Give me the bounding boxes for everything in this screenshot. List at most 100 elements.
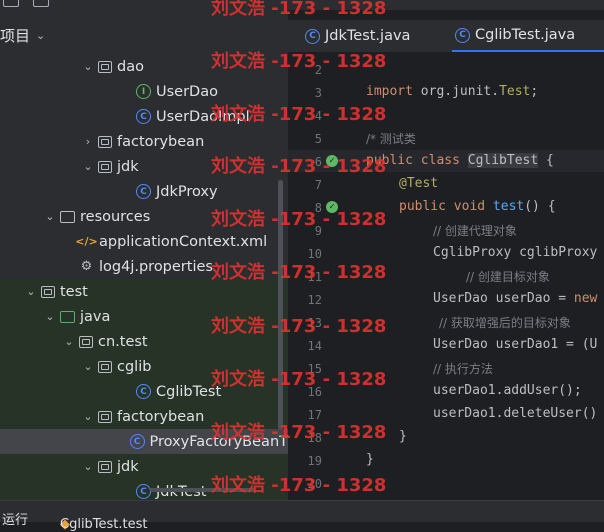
properties-file-icon: ⚙ [80,259,93,274]
tree-item-label: UserDaoImpl [156,108,250,125]
chevron-down-icon[interactable]: ⌄ [81,410,95,423]
code-line: CglibProxy cglibProxy [433,245,598,260]
test-source-folder-icon [60,310,75,323]
folder-icon [98,135,112,148]
xml-file-icon: </> [75,235,98,248]
chevron-down-icon[interactable]: ⌄ [81,160,95,173]
chevron-down-icon[interactable]: ⌄ [43,310,57,323]
tab-label: JdkTest.java [325,28,411,44]
class-icon: C [136,184,151,199]
tree-item[interactable]: ⌄ factorybean [0,404,288,429]
folder-icon [98,160,112,173]
chevron-down-icon[interactable]: ⌄ [81,60,95,73]
tree-item[interactable]: ⌄ jdk [0,454,288,479]
tree-item-label: cn.test [98,333,148,350]
line-number: 15 [307,362,322,376]
tree-item[interactable]: I UserDao [0,79,288,104]
run-test-icon[interactable]: ✓ [326,201,338,213]
tree-item[interactable]: C UserDaoImpl [0,104,288,129]
line-number: 11 [307,270,322,284]
line-number: 4 [314,109,322,123]
class-icon: C [129,434,145,449]
interface-icon: I [136,84,151,99]
chevron-down-icon[interactable]: ⌄ [81,360,95,373]
tree-item-label: factorybean [117,133,205,150]
tree-item[interactable]: ⌄ cn.test [0,329,288,354]
folder-icon [98,60,112,73]
tree-item[interactable]: C CglibTest [0,379,288,404]
package-icon [98,460,112,473]
tree-item[interactable]: ⌄ cglib [0,354,288,379]
tree-item[interactable]: ⌄ resources [0,204,288,229]
package-icon [98,410,112,423]
tree-item[interactable]: C ProxyFactoryBeanT [0,429,288,454]
code-line: @Test [399,176,439,191]
tree-item-label: factorybean [117,408,205,425]
line-number: 18 [307,431,322,445]
code-line: public void test() { [399,199,556,214]
code-line: UserDao userDao1 = (U [433,337,598,352]
tree-item[interactable]: </> applicationContext.xml [0,229,288,254]
chevron-right-icon[interactable]: › [81,135,95,148]
tree-item-label: UserDao [156,83,218,100]
line-number: 16 [307,385,322,399]
code-comment: // 执行方法 [433,362,493,376]
window-icon[interactable] [3,0,19,7]
tree-item-label: ProxyFactoryBeanT [149,433,289,450]
tree-item[interactable]: C JdkProxy [0,179,288,204]
tree-horizontal-scrollbar[interactable] [150,488,255,492]
window-icon[interactable] [33,0,49,7]
code-editor[interactable]: 2 3 4 5 6 7 8 9 10 11 12 13 14 15 16 17 18 19 20 ✓ ✓ impor… [288,53,604,500]
tree-item[interactable]: › factorybean [0,129,288,154]
line-number: 17 [307,408,322,422]
line-number: 10 [307,247,322,261]
run-test-icon[interactable]: ✓ [326,155,338,167]
tab-label: CglibTest.java [475,27,576,43]
code-line: UserDao userDao = new [433,291,598,306]
class-icon: C [136,484,151,499]
tab-jdktest[interactable]: C JdkTest.java [302,20,410,52]
line-number: 6 [314,155,322,169]
folder-icon [41,285,55,298]
package-icon [79,335,93,348]
code-comment: // 创建目标对象 [466,270,550,284]
chevron-down-icon[interactable]: ⌄ [43,210,57,223]
tree-item[interactable]: ⚙ log4j.properties [0,254,288,279]
editor-tabs: C JdkTest.java C CglibTest.java [288,20,604,53]
project-title-label: 项目 [0,26,31,45]
tree-vertical-scrollbar[interactable] [278,180,283,430]
code-line: userDao1.addUser(); [433,383,582,398]
project-panel-title[interactable]: 项目 ⌄ [0,20,45,50]
code-line: public class CglibTest { [366,153,554,168]
tab-cglibtest[interactable]: C CglibTest.java [452,20,604,52]
run-panel-label[interactable]: 运行 [2,509,28,528]
tree-item-label: applicationContext.xml [99,233,268,250]
tree-item-label: CglibTest [156,383,222,400]
tree-item[interactable]: ⌄ jdk [0,154,288,179]
line-number: 12 [307,293,322,307]
chevron-down-icon[interactable]: ⌄ [81,460,95,473]
line-number: 14 [307,339,322,353]
code-line: userDao1.deleteUser() [433,406,598,421]
code-line: } [366,452,374,467]
line-number: 9 [314,224,322,238]
bottom-tool-bar: 运行 ◆ CglibTest.test [0,500,604,532]
code-line: import org.junit.Test; [366,84,539,99]
tree-item-label: dao [117,58,144,75]
resources-folder-icon [60,210,75,223]
tree-item[interactable]: ⌄ test [0,279,288,304]
code-line: } [399,429,407,444]
chevron-down-icon[interactable]: ⌄ [24,285,38,298]
line-number: 5 [314,132,322,146]
chevron-down-icon[interactable]: ⌄ [62,335,76,348]
tree-item[interactable]: ⌄ java [0,304,288,329]
line-number: 13 [307,316,322,330]
tree-item[interactable]: ⌄ dao [0,54,288,79]
class-icon: C [305,28,320,44]
code-line: /* 测试类 [366,132,416,146]
tree-item-label: java [80,308,111,325]
chevron-down-icon[interactable]: ⌄ [36,29,45,42]
line-number-gutter: 2 3 4 5 6 7 8 9 10 11 12 13 14 15 16 17 18 19 20 [288,53,350,500]
tree-item-label: JdkProxy [156,183,218,200]
tree-item-label: jdk [117,158,139,175]
